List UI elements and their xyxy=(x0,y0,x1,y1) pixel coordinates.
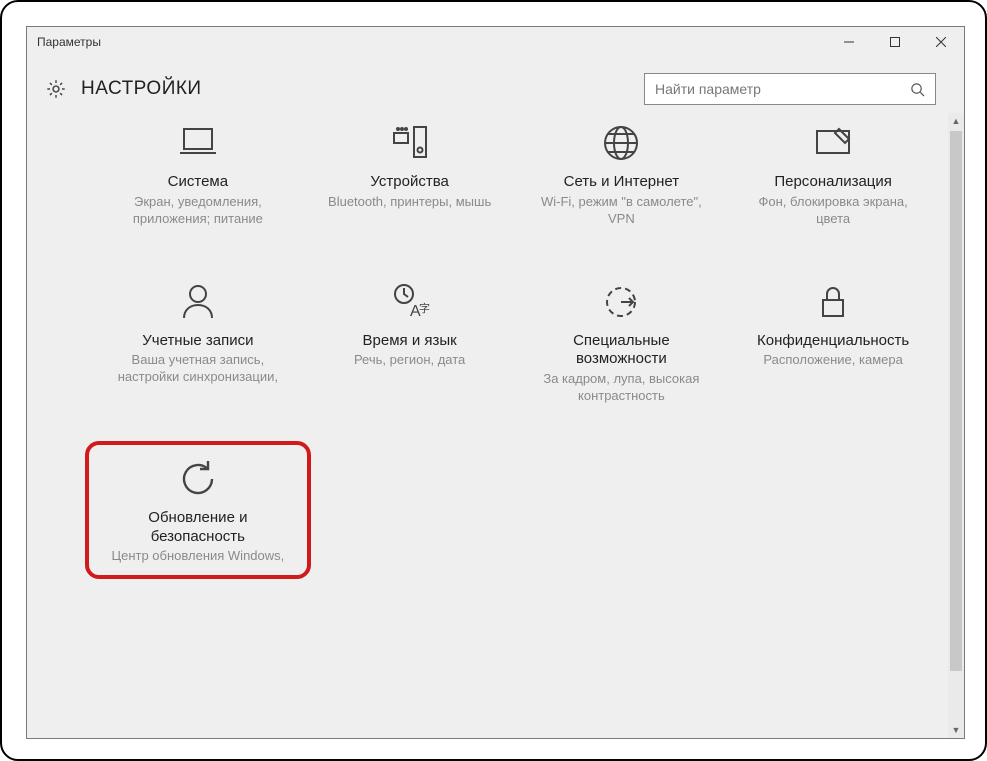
gear-icon xyxy=(45,78,67,100)
header: НАСТРОЙКИ xyxy=(27,57,964,113)
tile-desc: За кадром, лупа, высокая контрастность xyxy=(531,371,711,405)
titlebar: Параметры xyxy=(27,27,964,57)
lock-icon xyxy=(809,278,857,326)
tile-title: Специальные возможности xyxy=(526,332,716,370)
tile-desc: Wi-Fi, режим "в самолете", VPN xyxy=(531,194,711,228)
globe-icon xyxy=(597,119,645,167)
accessibility-icon xyxy=(597,278,645,326)
tile-title: Персонализация xyxy=(774,173,892,192)
person-icon xyxy=(174,278,222,326)
scroll-thumb[interactable] xyxy=(950,131,962,671)
tile-title: Устройства xyxy=(370,173,448,192)
page-title: НАСТРОЙКИ xyxy=(81,78,202,100)
tile-network[interactable]: Сеть и Интернет Wi-Fi, режим "в самолете… xyxy=(526,119,716,228)
search-icon xyxy=(910,82,925,97)
update-icon xyxy=(174,455,222,503)
settings-window: Параметры НАСТРОЙКИ xyxy=(26,26,965,739)
tiles-grid: Система Экран, уведомления, приложения; … xyxy=(97,119,934,565)
paint-icon xyxy=(809,119,857,167)
tile-privacy[interactable]: Конфиденциальность Расположение, камера xyxy=(738,278,928,405)
tile-system[interactable]: Система Экран, уведомления, приложения; … xyxy=(103,119,293,228)
scroll-down-icon[interactable]: ▼ xyxy=(948,722,964,738)
tile-title: Время и язык xyxy=(363,332,457,351)
tile-desc: Расположение, камера xyxy=(763,352,902,369)
tile-personalization[interactable]: Персонализация Фон, блокировка экрана, ц… xyxy=(738,119,928,228)
laptop-icon xyxy=(174,119,222,167)
scrollbar[interactable]: ▲ ▼ xyxy=(948,113,964,738)
tile-title: Конфиденциальность xyxy=(757,332,909,351)
tile-desc: Экран, уведомления, приложения; питание xyxy=(108,194,288,228)
tile-desc: Фон, блокировка экрана, цвета xyxy=(743,194,923,228)
tile-desc: Речь, регион, дата xyxy=(354,352,465,369)
minimize-button[interactable] xyxy=(826,27,872,57)
content-area: Система Экран, уведомления, приложения; … xyxy=(27,113,964,738)
search-box[interactable] xyxy=(644,73,936,105)
tile-time-language[interactable]: A 字 Время и язык Речь, регион, дата xyxy=(315,278,505,405)
tile-title: Система xyxy=(168,173,228,192)
tile-title: Сеть и Интернет xyxy=(564,173,680,192)
maximize-button[interactable] xyxy=(872,27,918,57)
window-title: Параметры xyxy=(37,35,101,49)
tile-desc: Bluetooth, принтеры, мышь xyxy=(328,194,491,211)
tile-desc: Центр обновления Windows, xyxy=(111,548,284,565)
tile-title: Обновление и безопасность xyxy=(103,509,293,547)
scroll-up-icon[interactable]: ▲ xyxy=(948,113,964,129)
tile-update-security[interactable]: Обновление и безопасность Центр обновлен… xyxy=(103,455,293,565)
time-language-icon: A 字 xyxy=(386,278,434,326)
search-input[interactable] xyxy=(655,81,910,97)
svg-text:字: 字 xyxy=(419,301,430,315)
tile-ease-of-access[interactable]: Специальные возможности За кадром, лупа,… xyxy=(526,278,716,405)
tile-desc: Ваша учетная запись, настройки синхрониз… xyxy=(108,352,288,386)
tile-accounts[interactable]: Учетные записи Ваша учетная запись, наст… xyxy=(103,278,293,405)
tile-title: Учетные записи xyxy=(142,332,253,351)
devices-icon xyxy=(386,119,434,167)
tile-devices[interactable]: Устройства Bluetooth, принтеры, мышь xyxy=(315,119,505,228)
close-button[interactable] xyxy=(918,27,964,57)
